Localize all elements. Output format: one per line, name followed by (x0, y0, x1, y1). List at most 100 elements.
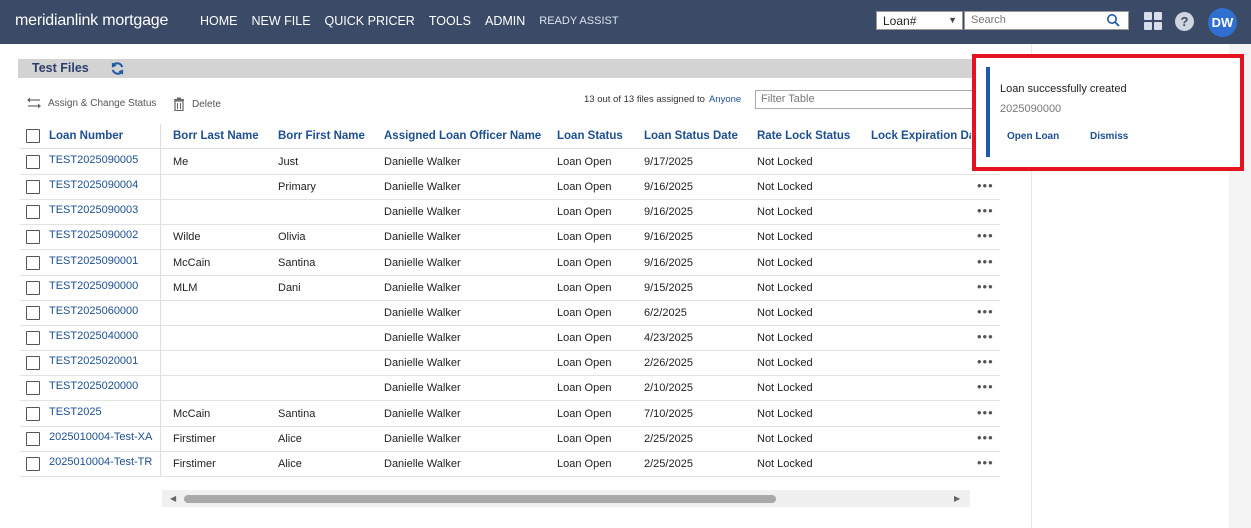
col-loan-number[interactable]: Loan Number (49, 130, 123, 142)
table-row[interactable]: TEST2025020001 Danielle Walker Loan Open 2/… (20, 351, 1000, 377)
row-more-actions-icon[interactable]: ••• (977, 279, 994, 294)
cell-borr-last-name: Me (173, 156, 189, 168)
col-loan-status[interactable]: Loan Status (557, 130, 623, 142)
table-row[interactable]: TEST2025090005 Me Just Danielle Walker Loan … (20, 150, 1000, 175)
cell-loan-status-date: 2/25/2025 (644, 432, 693, 445)
table-row[interactable]: TEST2025 McCain Santina Danielle Walker Loan… (20, 402, 1000, 427)
table-row[interactable]: TEST2025090004 Primary Danielle Walker Loan… (20, 175, 1000, 201)
row-checkbox[interactable] (26, 280, 40, 295)
row-more-actions-icon[interactable]: ••• (977, 455, 994, 470)
row-checkbox[interactable] (26, 406, 40, 421)
cell-loan-number-link[interactable]: TEST2025060000 (49, 305, 138, 317)
row-more-actions-icon[interactable]: ••• (977, 405, 994, 420)
row-checkbox[interactable] (26, 255, 40, 270)
refresh-icon[interactable] (110, 61, 125, 76)
row-checkbox[interactable] (26, 180, 40, 195)
cell-assigned-officer: Danielle Walker (384, 231, 461, 244)
app-grid-icon[interactable] (1144, 12, 1162, 30)
cell-loan-number-link[interactable]: TEST2025090003 (49, 204, 138, 216)
search-icon[interactable] (1106, 13, 1120, 27)
row-checkbox[interactable] (26, 230, 40, 245)
col-assigned-officer[interactable]: Assigned Loan Officer Name (384, 130, 541, 142)
row-more-actions-icon[interactable]: ••• (977, 354, 994, 369)
row-checkbox[interactable] (26, 331, 40, 346)
app-logo[interactable]: meridianlink mortgage (15, 12, 168, 30)
table-row[interactable]: TEST2025090002 Wilde Olivia Danielle Walker… (20, 225, 1000, 251)
row-more-actions-icon[interactable]: ••• (977, 430, 994, 445)
help-icon[interactable]: ? (1175, 12, 1194, 31)
col-lock-expiration-date[interactable]: Lock Expiration Date (871, 130, 971, 142)
cell-loan-number-link[interactable]: TEST2025020000 (49, 380, 138, 392)
row-more-actions-icon[interactable]: ••• (977, 178, 994, 193)
row-more-actions-icon[interactable]: ••• (977, 254, 994, 269)
table-horizontal-scrollbar[interactable]: ◀ ▶ (162, 490, 970, 507)
cell-loan-status: Loan Open (557, 432, 612, 445)
scroll-left-arrow-icon[interactable]: ◀ (170, 494, 176, 503)
row-checkbox[interactable] (26, 431, 40, 446)
row-checkbox[interactable] (26, 356, 40, 371)
cell-assigned-officer: Danielle Walker (384, 407, 461, 420)
col-borr-last-name[interactable]: Borr Last Name (173, 130, 259, 142)
row-checkbox[interactable] (26, 155, 40, 169)
toast-title: Loan successfully created (1000, 83, 1127, 95)
assignee-link[interactable]: Anyone (709, 94, 741, 105)
cell-loan-number-link[interactable]: TEST2025090005 (49, 154, 138, 166)
table-row[interactable]: TEST2025020000 Danielle Walker Loan Open 2/… (20, 376, 1000, 402)
trash-icon (174, 97, 184, 111)
nav-quick-pricer[interactable]: QUICK PRICER (325, 14, 415, 28)
cell-loan-number-link[interactable]: TEST2025090004 (49, 179, 138, 191)
cell-loan-number-link[interactable]: TEST2025090001 (49, 255, 138, 267)
row-more-actions-icon[interactable]: ••• (977, 203, 994, 218)
table-row[interactable]: TEST2025060000 Danielle Walker Loan Open 6/… (20, 301, 1000, 326)
col-loan-status-date[interactable]: Loan Status Date (644, 130, 738, 142)
cell-loan-number-link[interactable]: TEST2025040000 (49, 330, 138, 342)
section-header: Test Files (18, 59, 1030, 78)
nav-home[interactable]: HOME (200, 14, 238, 28)
row-more-actions-icon[interactable]: ••• (977, 329, 994, 344)
nav-admin[interactable]: ADMIN (485, 14, 525, 28)
cell-rate-lock-status: Not Locked (757, 332, 813, 345)
cell-loan-status-date: 7/10/2025 (644, 407, 693, 420)
row-checkbox[interactable] (26, 205, 40, 220)
cell-loan-number-link[interactable]: TEST2025 (49, 406, 102, 418)
row-more-actions-icon[interactable]: ••• (977, 228, 994, 243)
cell-loan-number-link[interactable]: 2025010004-Test-XA (49, 431, 152, 443)
scrollbar-thumb[interactable] (184, 495, 776, 503)
table-row[interactable]: 2025010004-Test-XA Firstimer Alice Danielle… (20, 427, 1000, 452)
nav-tools[interactable]: TOOLS (429, 14, 471, 28)
search-type-select[interactable]: Loan# ▼ (876, 11, 963, 30)
row-checkbox[interactable] (26, 305, 40, 320)
row-checkbox[interactable] (26, 456, 40, 471)
table-row[interactable]: TEST2025090001 McCain Santina Danielle Walk… (20, 251, 1000, 276)
nav-ready-assist[interactable]: READY ASSIST (539, 15, 618, 28)
select-all-checkbox[interactable] (26, 129, 40, 143)
table-row[interactable]: TEST2025040000 Danielle Walker Loan Open 4/… (20, 326, 1000, 352)
cell-loan-number-link[interactable]: TEST2025090000 (49, 280, 138, 292)
scroll-right-arrow-icon[interactable]: ▶ (954, 494, 960, 503)
row-checkbox[interactable] (26, 381, 40, 396)
col-rate-lock-status[interactable]: Rate Lock Status (757, 130, 850, 142)
col-borr-first-name[interactable]: Borr First Name (278, 130, 365, 142)
cell-loan-status-date: 9/17/2025 (644, 156, 693, 168)
filter-table-input[interactable]: Filter Table (755, 90, 975, 109)
cell-rate-lock-status: Not Locked (757, 281, 813, 294)
open-loan-link[interactable]: Open Loan (1007, 131, 1059, 142)
delete-button[interactable]: Delete (172, 97, 221, 111)
cell-assigned-officer: Danielle Walker (384, 357, 461, 370)
nav-new-file[interactable]: NEW FILE (252, 14, 311, 28)
dismiss-link[interactable]: Dismiss (1090, 131, 1128, 142)
user-avatar[interactable]: DW (1208, 8, 1237, 37)
cell-rate-lock-status: Not Locked (757, 256, 813, 269)
table-row[interactable]: TEST2025090003 Danielle Walker Loan Open 9/… (20, 200, 1000, 226)
cell-loan-status-date: 9/16/2025 (644, 181, 693, 194)
cell-loan-number-link[interactable]: TEST2025090002 (49, 229, 138, 241)
row-more-actions-icon[interactable]: ••• (977, 304, 994, 319)
assign-change-status-button[interactable]: Assign & Change Status (26, 97, 156, 109)
table-row[interactable]: TEST2025090000 MLM Dani Danielle Walker Loan… (20, 276, 1000, 301)
cell-loan-number-link[interactable]: TEST2025020001 (49, 355, 138, 367)
row-more-actions-icon[interactable]: ••• (977, 379, 994, 394)
table-row[interactable]: 2025010004-Test-TR Firstimer Alice Danielle… (20, 452, 1000, 477)
cell-borr-first-name: Dani (278, 281, 301, 294)
search-input[interactable]: Search (964, 11, 1129, 30)
cell-loan-number-link[interactable]: 2025010004-Test-TR (49, 456, 152, 468)
